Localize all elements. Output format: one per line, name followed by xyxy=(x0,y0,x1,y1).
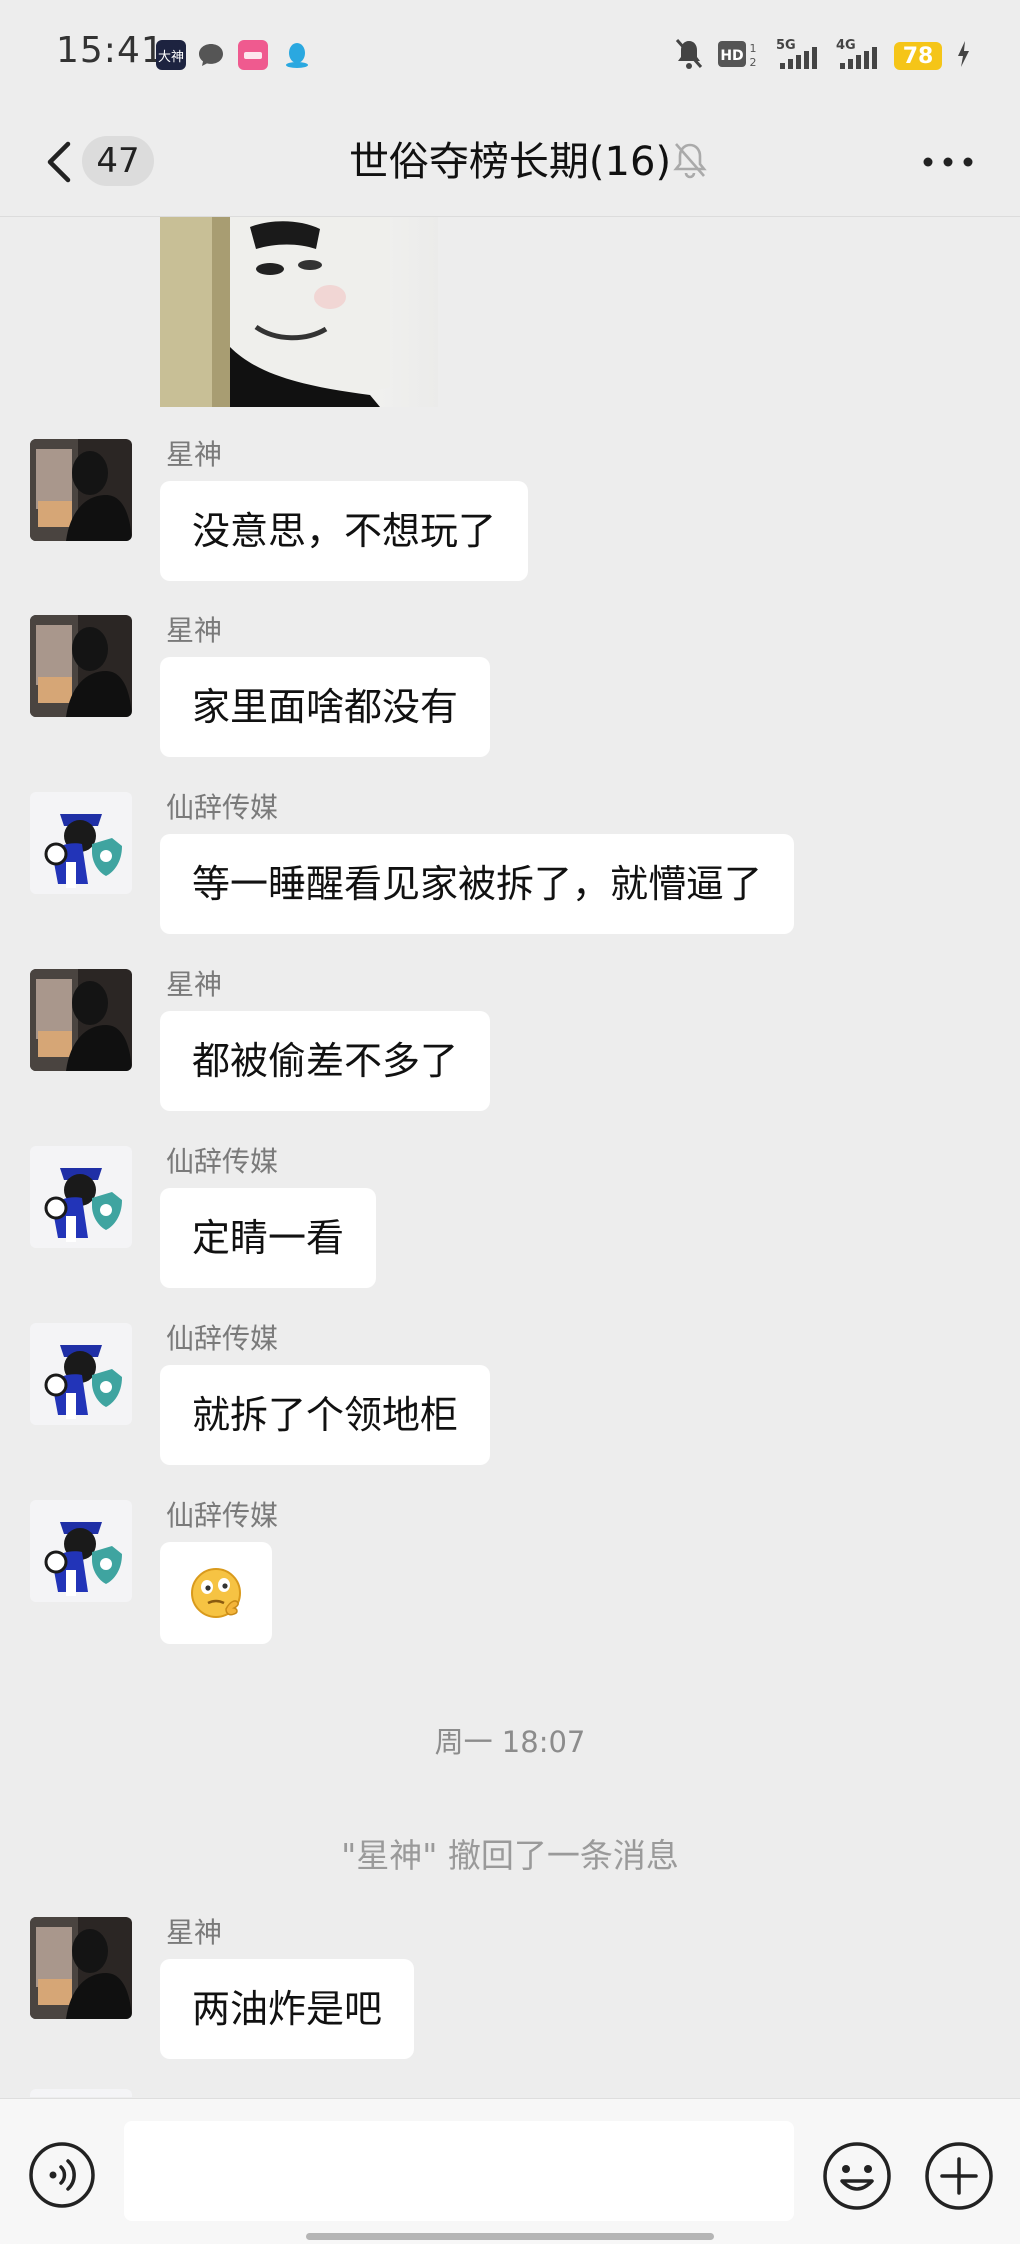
message-bubble[interactable]: 定睛一看 xyxy=(160,1188,377,1288)
input-bar xyxy=(0,2098,1020,2244)
chat-screen: 15:41 大神 HD 1 2 5G 4G 78 47 世俗夺榜长期(16) 星… xyxy=(0,0,1020,2244)
image-message-sticker[interactable] xyxy=(160,217,438,407)
message-bubble[interactable]: 就拆了个领地柜 xyxy=(160,1365,491,1465)
sender-name: 星神 xyxy=(166,438,223,471)
svg-text:1: 1 xyxy=(750,42,757,55)
4g-signal-icon: 4G xyxy=(834,37,880,75)
avatar[interactable] xyxy=(30,439,132,541)
message-bubble[interactable]: 没意思，不想玩了 xyxy=(160,481,529,581)
avatar[interactable] xyxy=(30,1917,132,2019)
more-options-icon[interactable] xyxy=(920,154,976,170)
status-indicators: HD 1 2 5G 4G 78 xyxy=(674,36,970,76)
sender-name: 星神 xyxy=(166,1916,223,1949)
recalled-message-note: "星神" 撤回了一条消息 xyxy=(341,1836,679,1875)
message-bubble[interactable]: 都被偷差不多了 xyxy=(160,1011,491,1111)
svg-text:4G: 4G xyxy=(836,38,856,53)
avatar[interactable] xyxy=(30,792,132,894)
thinking-face-emoji-icon xyxy=(191,1568,241,1618)
message-bubble-icon xyxy=(196,40,226,70)
sender-name: 仙辞传媒 xyxy=(166,1499,279,1532)
svg-text:大神: 大神 xyxy=(158,50,184,65)
avatar[interactable] xyxy=(30,615,132,717)
battery-indicator: 78 xyxy=(894,42,942,70)
chat-history[interactable]: 星神 没意思，不想玩了 星神 家里面啥都没有 仙辞传媒 等一睡醒看见家被拆了，就… xyxy=(0,217,1020,2097)
svg-text:2: 2 xyxy=(750,56,757,69)
status-time: 15:41 xyxy=(56,30,165,71)
emoji-message-bubble[interactable] xyxy=(160,1542,272,1644)
voice-input-icon[interactable] xyxy=(28,2141,96,2209)
chat-header: 47 世俗夺榜长期(16) xyxy=(0,108,1020,217)
avatar-partial xyxy=(30,2089,132,2097)
avatar[interactable] xyxy=(30,969,132,1071)
charging-icon xyxy=(956,40,970,72)
sender-name: 仙辞传媒 xyxy=(166,791,279,824)
emoji-icon[interactable] xyxy=(822,2141,892,2211)
qq-penguin-icon xyxy=(282,40,312,70)
sender-name: 仙辞传媒 xyxy=(166,1322,279,1355)
avatar[interactable] xyxy=(30,1500,132,1602)
5g-signal-icon: 5G xyxy=(774,37,820,75)
pink-app-icon xyxy=(238,40,268,70)
muted-bell-icon xyxy=(670,138,710,182)
status-bar: 15:41 大神 HD 1 2 5G 4G 78 xyxy=(0,0,1020,108)
plus-icon[interactable] xyxy=(924,2141,994,2211)
message-bubble[interactable]: 等一睡醒看见家被拆了，就懵逼了 xyxy=(160,834,795,934)
sender-name: 星神 xyxy=(166,614,223,647)
message-bubble[interactable]: 两油炸是吧 xyxy=(160,1959,415,2059)
hd-icon: HD 1 2 xyxy=(718,39,760,73)
dashen-app-icon: 大神 xyxy=(156,40,186,70)
message-bubble[interactable]: 家里面啥都没有 xyxy=(160,657,491,757)
avatar[interactable] xyxy=(30,1323,132,1425)
avatar[interactable] xyxy=(30,1146,132,1248)
svg-text:HD: HD xyxy=(720,48,743,64)
chat-title: 世俗夺榜长期(16) xyxy=(348,139,672,185)
sender-name: 星神 xyxy=(166,968,223,1001)
timestamp-divider: 周一 18:07 xyxy=(434,1725,586,1759)
message-input[interactable] xyxy=(124,2121,794,2221)
svg-text:5G: 5G xyxy=(776,38,796,53)
sender-name: 仙辞传媒 xyxy=(166,1145,279,1178)
home-indicator[interactable] xyxy=(306,2233,714,2240)
bell-muted-icon xyxy=(674,37,704,75)
